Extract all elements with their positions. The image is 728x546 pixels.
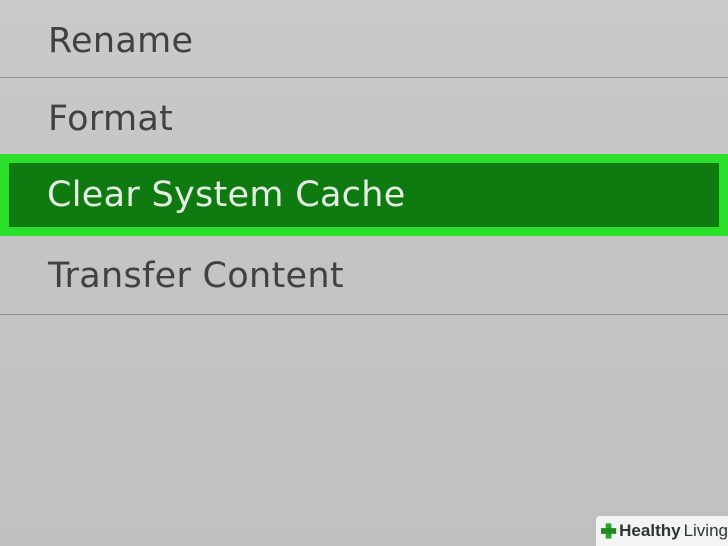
menu-item-clear-system-cache[interactable]: Clear System Cache xyxy=(0,154,728,236)
menu-item-label: Format xyxy=(48,99,174,139)
menu-item-label: Rename xyxy=(48,21,194,61)
menu-item-format[interactable]: Format xyxy=(0,78,728,156)
divider xyxy=(0,314,728,315)
watermark: Healthy Living xyxy=(596,516,728,546)
menu-item-label: Transfer Content xyxy=(48,256,344,296)
menu-item-rename[interactable]: Rename xyxy=(0,0,728,78)
menu-item-transfer-content[interactable]: Transfer Content xyxy=(0,236,728,314)
watermark-brand-light: Living xyxy=(683,521,728,540)
menu-item-label: Clear System Cache xyxy=(47,175,406,215)
cross-icon xyxy=(600,523,617,539)
watermark-brand-bold: Healthy xyxy=(619,521,681,540)
